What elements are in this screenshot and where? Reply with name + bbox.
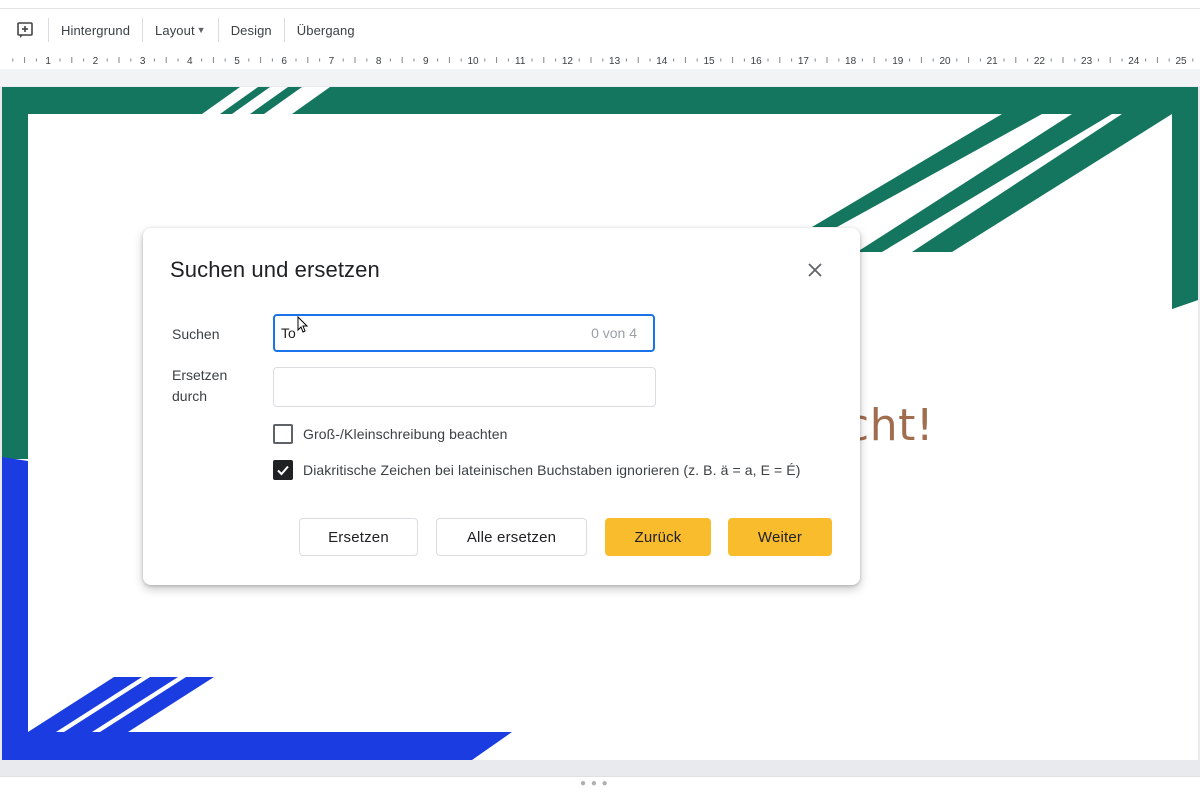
- ruler-number: 16: [751, 56, 763, 67]
- drag-handle-icon[interactable]: ● ● ●: [580, 778, 609, 789]
- theme-button[interactable]: Design: [225, 15, 278, 45]
- toolbar: Hintergrund Layout ▼ Design Übergang: [0, 9, 1200, 51]
- mouse-pointer-icon: [297, 316, 309, 333]
- ruler-number: 12: [562, 56, 574, 67]
- match-count: 0 von 4: [591, 325, 637, 341]
- ruler-scale: 1 2 3 4 5 6 7 8 9 10 11 12 13 14 15 16 17 18 19 20 21 22 23 24 2…: [12, 56, 1194, 67]
- ignore-diacritics-checkbox[interactable]: [273, 460, 293, 480]
- match-case-option[interactable]: Groß-/Kleinschreibung beachten: [273, 424, 508, 444]
- ruler-number: 24: [1128, 56, 1140, 67]
- replace-button[interactable]: Ersetzen: [299, 518, 418, 556]
- ruler-number: 25: [1175, 56, 1187, 67]
- previous-button[interactable]: Zurück: [605, 518, 711, 556]
- next-button[interactable]: Weiter: [728, 518, 832, 556]
- ruler-number: 4: [187, 56, 193, 67]
- blue-band-bottom: [2, 732, 512, 760]
- find-replace-dialog: Suchen und ersetzen Suchen 0 von 4 Erset…: [143, 228, 860, 585]
- add-comment-icon[interactable]: [8, 13, 42, 47]
- ruler-number: 1: [45, 56, 51, 67]
- ruler-number: 14: [656, 56, 668, 67]
- close-icon[interactable]: [803, 258, 827, 282]
- replace-input[interactable]: [282, 377, 642, 397]
- blue-band-left: [2, 457, 28, 760]
- find-label: Suchen: [172, 326, 220, 342]
- ruler-number: 10: [467, 56, 479, 67]
- background-button[interactable]: Hintergrund: [55, 15, 136, 45]
- ruler-number: 9: [423, 56, 429, 67]
- find-field[interactable]: 0 von 4: [273, 314, 655, 352]
- ruler-number: 17: [798, 56, 810, 67]
- ruler-number: 20: [939, 56, 951, 67]
- green-band-left: [2, 87, 28, 459]
- ruler-number: 21: [987, 56, 999, 67]
- dialog-title: Suchen und ersetzen: [170, 257, 380, 282]
- ruler-number: 8: [376, 56, 382, 67]
- match-case-label: Groß-/Kleinschreibung beachten: [303, 426, 508, 442]
- toolbar-divider: [48, 18, 49, 42]
- ruler-number: 6: [281, 56, 287, 67]
- replace-label: Ersetzen durch: [172, 367, 228, 404]
- ruler-gutter: [0, 69, 1200, 86]
- green-corner: [1172, 87, 1198, 309]
- replace-all-button[interactable]: Alle ersetzen: [436, 518, 587, 556]
- match-case-checkbox[interactable]: [273, 424, 293, 444]
- horizontal-ruler[interactable]: 1 2 3 4 5 6 7 8 9 10 11 12 13 14 15 16 17 18 19 20 21 22 23 24 2…: [0, 51, 1200, 69]
- ruler-number: 3: [140, 56, 146, 67]
- ruler-number: 2: [93, 56, 99, 67]
- ruler-number: 5: [234, 56, 240, 67]
- layout-button-label: Layout: [155, 22, 195, 38]
- ruler-number: 23: [1081, 56, 1093, 67]
- ignore-diacritics-option[interactable]: Diakritische Zeichen bei lateinischen Bu…: [273, 460, 800, 480]
- ruler-number: 19: [892, 56, 904, 67]
- replace-field[interactable]: [273, 367, 656, 407]
- ignore-diacritics-label: Diakritische Zeichen bei lateinischen Bu…: [303, 462, 801, 478]
- checkmark-icon: [277, 465, 289, 476]
- ruler-number: 11: [515, 56, 526, 67]
- ruler-number: 18: [845, 56, 857, 67]
- ruler-number: 7: [329, 56, 335, 67]
- green-band-top: [2, 87, 1198, 114]
- ruler-number: 13: [609, 56, 621, 67]
- ruler-number: 22: [1034, 56, 1046, 67]
- toolbar-divider: [283, 18, 285, 42]
- caret-down-icon: ▼: [196, 25, 206, 35]
- layout-button[interactable]: Layout ▼: [149, 15, 212, 45]
- toolbar-divider: [217, 18, 219, 42]
- top-edge: [0, 0, 1200, 9]
- ruler-number: 15: [703, 56, 715, 67]
- find-input[interactable]: [281, 323, 571, 343]
- toolbar-divider: [142, 18, 144, 42]
- transition-button[interactable]: Übergang: [291, 15, 361, 45]
